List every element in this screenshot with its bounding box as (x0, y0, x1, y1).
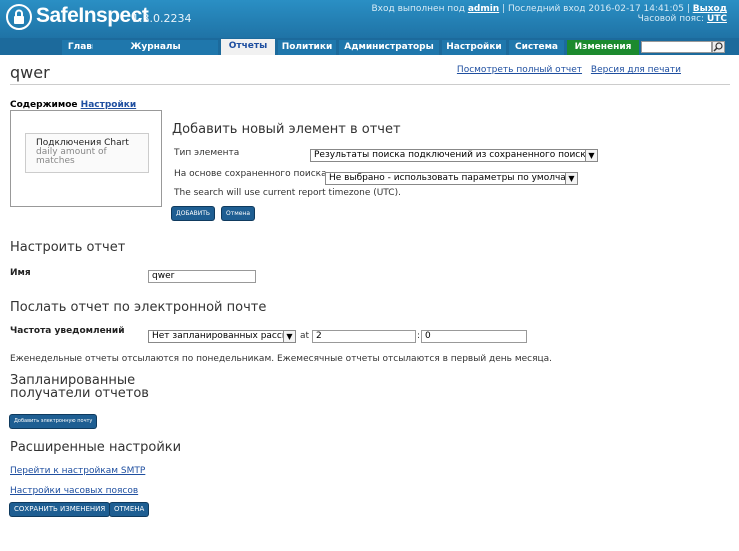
time-colon: : (417, 331, 421, 341)
page-title: qwer (10, 63, 50, 82)
contents-label: Содержимое (10, 100, 78, 110)
last-login: | Последний вход 2016-02-17 14:41:05 | (502, 4, 690, 14)
recipients-heading: Запланированные получатели отчетов (10, 374, 149, 400)
tab-reports[interactable]: Отчеты (221, 39, 275, 55)
element-type-value: Результаты поиска подключений из сохране… (314, 150, 592, 160)
chevron-down-icon: ▼ (283, 331, 295, 342)
tab-system[interactable]: Система (509, 40, 564, 55)
chevron-down-icon: ▼ (565, 173, 577, 184)
save-changes-button[interactable]: СОХРАНИТЬ ИЗМЕНЕНИЯ (10, 503, 110, 516)
advanced-heading: Расширенные настройки (10, 440, 182, 455)
view-full-report-link[interactable]: Посмотреть полный отчет (457, 65, 582, 75)
app-header: SafeInspect 1.3.0.2234 Вход выполнен под… (0, 0, 739, 38)
frequency-select[interactable]: Нет запланированных рассылок ▼ (148, 330, 296, 343)
timezone-note: The search will use current report timez… (174, 188, 401, 198)
nav-search-input[interactable] (641, 41, 712, 53)
tab-policies[interactable]: Политики (278, 40, 336, 55)
tab-connection-logs[interactable]: Журналы подключений (93, 40, 218, 67)
logout-link[interactable]: Выход (693, 4, 727, 14)
report-element-chart[interactable]: Подключения Chart daily amount of matche… (25, 133, 149, 173)
tab-administrators[interactable]: Администраторы (339, 40, 439, 55)
timezone-label: Часовой пояс: (637, 14, 705, 24)
main-nav: Главная Журналы подключений Отчеты Полит… (0, 38, 739, 67)
app-version: 1.3.0.2234 (132, 12, 192, 25)
minute-input[interactable]: 0 (421, 330, 527, 343)
report-links: Посмотреть полный отчет Версия для печат… (451, 65, 681, 75)
add-element-heading: Добавить новый элемент в отчет (172, 122, 401, 137)
recipients-heading-line2: получатели отчетов (10, 386, 149, 401)
report-name-input[interactable]: qwer (148, 270, 256, 283)
contents-heading: Содержимое Настройки (10, 100, 136, 110)
login-prefix: Вход выполнен под (371, 4, 465, 14)
login-info: Вход выполнен под admin | Последний вход… (372, 4, 728, 24)
element-type-select[interactable]: Результаты поиска подключений из сохране… (310, 149, 598, 162)
saved-search-label: На основе сохраненного поиска (174, 169, 327, 179)
chart-item-subtitle: daily amount of matches (36, 147, 107, 166)
smtp-settings-link[interactable]: Перейти к настройкам SMTP (10, 466, 145, 476)
lock-logo-icon (6, 4, 32, 30)
contents-box: Подключения Chart daily amount of matche… (10, 110, 162, 207)
timezone-settings-link[interactable]: Настройки часовых поясов (10, 486, 138, 496)
chevron-down-icon: ▼ (585, 150, 597, 161)
add-email-button[interactable]: Добавить электронную почту (10, 415, 97, 428)
user-link[interactable]: admin (468, 4, 499, 14)
cancel-element-button[interactable]: Отмена (222, 207, 255, 220)
frequency-value: Нет запланированных рассылок (152, 331, 296, 341)
at-label: at (300, 331, 310, 341)
search-icon[interactable] (712, 41, 725, 53)
tab-settings[interactable]: Настройки (442, 40, 506, 55)
print-version-link[interactable]: Версия для печати (591, 65, 681, 75)
add-element-button[interactable]: ДОБАВИТЬ (172, 207, 215, 220)
frequency-label: Частота уведомлений (10, 326, 125, 336)
hour-input[interactable]: 2 (312, 330, 416, 343)
saved-search-value: Не выбрано - использовать параметры по у… (329, 173, 578, 183)
email-schedule-note: Еженедельные отчеты отсылаются по понеде… (10, 354, 553, 364)
cancel-button[interactable]: ОТМЕНА (110, 503, 149, 516)
title-divider (10, 84, 730, 85)
configure-heading: Настроить отчет (10, 240, 126, 255)
email-heading: Послать отчет по электронной почте (10, 300, 267, 315)
timezone-link[interactable]: UTC (707, 14, 727, 24)
tab-changes[interactable]: Изменения (567, 40, 639, 55)
name-label: Имя (10, 268, 31, 278)
element-type-label: Тип элемента (174, 148, 240, 158)
saved-search-select[interactable]: Не выбрано - использовать параметры по у… (325, 172, 578, 185)
contents-settings-link[interactable]: Настройки (81, 100, 137, 110)
